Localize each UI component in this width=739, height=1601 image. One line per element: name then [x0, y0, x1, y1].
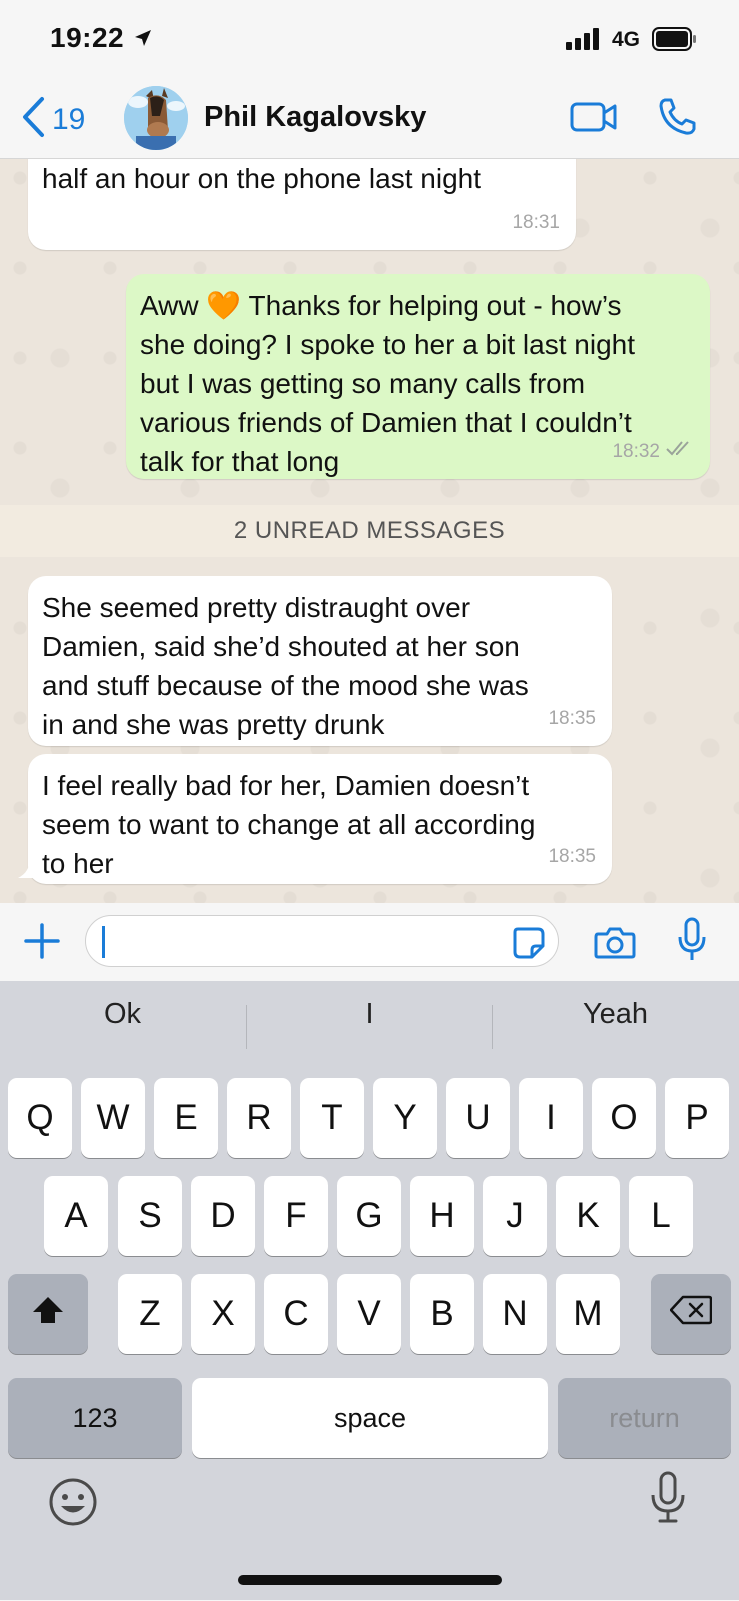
message-text: Haha yes I know I spoke to her for like …: [42, 163, 482, 194]
video-call-icon[interactable]: [570, 100, 618, 139]
key-q[interactable]: Q: [8, 1078, 72, 1158]
key-p[interactable]: P: [665, 1078, 729, 1158]
unread-messages-banner: 2 UNREAD MESSAGES: [0, 505, 739, 557]
message-text: I feel really bad for her, Damien doesn’…: [42, 770, 536, 879]
space-key[interactable]: space: [192, 1378, 548, 1458]
message-bubble-incoming[interactable]: Haha yes I know I spoke to her for like …: [28, 158, 576, 250]
key-m[interactable]: M: [556, 1274, 620, 1354]
battery-icon: [652, 27, 698, 56]
backspace-key[interactable]: [651, 1274, 731, 1354]
suggestion-yeah[interactable]: Yeah: [493, 991, 738, 1037]
chat-messages[interactable]: Haha yes I know I spoke to her for like …: [0, 158, 739, 903]
numbers-key[interactable]: 123: [8, 1378, 182, 1458]
network-type: 4G: [612, 28, 641, 51]
key-v[interactable]: V: [337, 1274, 401, 1354]
key-i[interactable]: I: [519, 1078, 583, 1158]
key-l[interactable]: L: [629, 1176, 693, 1256]
message-bubble-incoming[interactable]: I feel really bad for her, Damien doesn’…: [28, 754, 612, 884]
emoji-icon[interactable]: [48, 1477, 98, 1532]
text-caret: [102, 926, 105, 958]
key-j[interactable]: J: [483, 1176, 547, 1256]
key-u[interactable]: U: [446, 1078, 510, 1158]
message-bubble-outgoing[interactable]: Aww 🧡 Thanks for helping out - how’s she…: [126, 274, 710, 479]
message-bubble-incoming[interactable]: She seemed pretty distraught over Damien…: [28, 576, 612, 746]
avatar[interactable]: [124, 86, 188, 150]
key-c[interactable]: C: [264, 1274, 328, 1354]
double-check-icon: [666, 432, 694, 471]
status-time: 19:22: [50, 22, 125, 53]
microphone-icon[interactable]: [677, 917, 707, 968]
message-text: She seemed pretty distraught over Damien…: [42, 592, 529, 740]
key-r[interactable]: R: [227, 1078, 291, 1158]
key-b[interactable]: B: [410, 1274, 474, 1354]
key-h[interactable]: H: [410, 1176, 474, 1256]
back-button[interactable]: 19: [20, 96, 85, 143]
keyboard-bottom-bar: [0, 1451, 739, 1601]
home-indicator[interactable]: [238, 1575, 502, 1585]
dictation-microphone-icon[interactable]: [650, 1471, 686, 1530]
contact-name[interactable]: Phil Kagalovsky: [204, 101, 426, 134]
backspace-icon: [669, 1294, 713, 1334]
shift-arrow-icon: [31, 1294, 65, 1334]
message-time: 18:35: [548, 708, 596, 729]
key-w[interactable]: W: [81, 1078, 145, 1158]
keyboard: Ok I Yeah Q W E R T Y U I O P A S D F G …: [0, 981, 739, 1600]
return-key[interactable]: return: [558, 1378, 731, 1458]
key-o[interactable]: O: [592, 1078, 656, 1158]
sticker-icon[interactable]: [512, 926, 546, 965]
key-y[interactable]: Y: [373, 1078, 437, 1158]
chevron-left-icon: [20, 96, 46, 143]
key-a[interactable]: A: [44, 1176, 108, 1256]
phone-call-icon[interactable]: [656, 96, 698, 143]
status-bar: 19:22 4G: [0, 0, 739, 82]
plus-icon[interactable]: [22, 921, 62, 966]
shift-key[interactable]: [8, 1274, 88, 1354]
cellular-signal-icon: [566, 28, 602, 55]
message-time: 18:32: [612, 441, 660, 462]
unread-chats-count: 19: [52, 102, 86, 136]
key-d[interactable]: D: [191, 1176, 255, 1256]
suggestion-i[interactable]: I: [247, 991, 492, 1037]
key-k[interactable]: K: [556, 1176, 620, 1256]
message-input[interactable]: [85, 915, 559, 967]
key-z[interactable]: Z: [118, 1274, 182, 1354]
key-e[interactable]: E: [154, 1078, 218, 1158]
bubble-tail: [18, 858, 38, 883]
key-f[interactable]: F: [264, 1176, 328, 1256]
location-arrow-icon: [133, 28, 153, 53]
camera-icon[interactable]: [594, 925, 636, 964]
suggestion-bar: Ok I Yeah: [0, 981, 739, 1049]
message-composer: [0, 903, 739, 981]
message-time: 18:35: [548, 846, 596, 867]
message-time: 18:31: [512, 212, 560, 233]
key-s[interactable]: S: [118, 1176, 182, 1256]
key-x[interactable]: X: [191, 1274, 255, 1354]
key-n[interactable]: N: [483, 1274, 547, 1354]
key-g[interactable]: G: [337, 1176, 401, 1256]
chat-header: 19 Phil Kagalovsky: [0, 82, 739, 159]
key-t[interactable]: T: [300, 1078, 364, 1158]
suggestion-ok[interactable]: Ok: [0, 991, 245, 1037]
